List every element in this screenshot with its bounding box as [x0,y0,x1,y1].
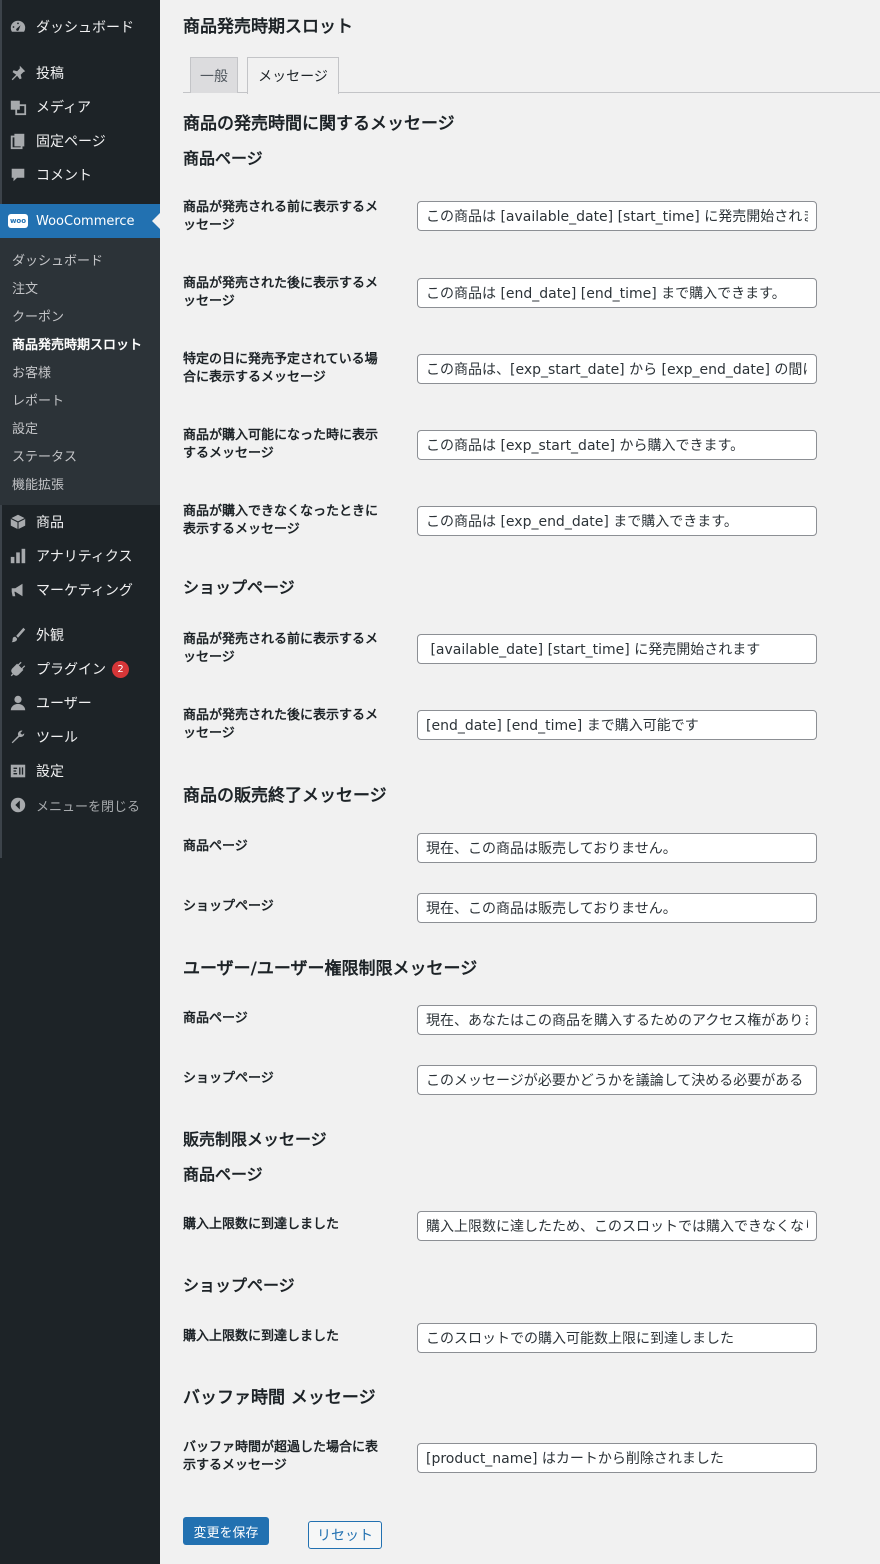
field-label: 購入上限数に到達しました [183,1329,340,1344]
section-user-restriction-title: ユーザー/ユーザー権限制限メッセージ [183,959,478,979]
menu-woocommerce[interactable]: woo WooCommerce [0,204,160,238]
comment-icon [0,166,36,184]
user-shop-page-input[interactable] [417,1065,817,1095]
field-label: バッファ時間が超過した場合に表示するメッセージ [183,1440,379,1473]
field-label: 商品ページ [183,839,248,854]
woo-logo-text: woo [8,214,28,228]
field-label: 商品が発売される前に表示するメッセージ [183,632,379,665]
menu-plugins[interactable]: プラグイン 2 [0,652,160,686]
shop-before-release-input[interactable] [417,634,817,664]
field-label: 商品が発売される前に表示するメッセージ [183,200,379,233]
submenu-orders[interactable]: 注文 [12,278,38,297]
field-label: 購入上限数に到達しました [183,1217,340,1232]
menu-marketing[interactable]: マーケティング [0,573,160,607]
settings-tabs: 一般 メッセージ [183,57,880,94]
limit-product-input[interactable] [417,1211,817,1241]
wrench-icon [0,728,36,746]
bar-chart-icon [0,547,36,565]
page-icon [0,132,36,150]
shop-after-release-input[interactable] [417,710,817,740]
main-content: 商品発売時期スロット 一般 メッセージ 商品の発売時間に関するメッセージ 商品ペ… [160,0,880,1564]
field-label: ショップページ [183,1071,274,1086]
user-product-page-input[interactable] [417,1005,817,1035]
submenu-extensions[interactable]: 機能拡張 [12,474,64,493]
submenu-dashboard[interactable]: ダッシュボード [12,250,103,269]
product-before-release-input[interactable] [417,201,817,231]
menu-pages[interactable]: 固定ページ [0,124,160,158]
brush-icon [0,626,36,644]
section-sales-end-title: 商品の販売終了メッセージ [183,786,387,806]
media-icon [0,98,36,116]
product-after-release-input[interactable] [417,278,817,308]
menu-analytics[interactable]: アナリティクス [0,539,160,573]
end-shop-page-input[interactable] [417,893,817,923]
field-label: 商品が購入できなくなったときに表示するメッセージ [183,504,379,537]
pin-icon [0,64,36,82]
admin-sidebar: ダッシュボード 投稿 メディア 固定ページ コメント woo WooCommer… [0,0,160,1564]
submenu-settings[interactable]: 設定 [12,418,38,437]
tab-general[interactable]: 一般 [190,57,238,93]
menu-dashboard[interactable]: ダッシュボード [0,10,160,44]
submenu-reports[interactable]: レポート [12,390,64,409]
field-label: 商品が発売された後に表示するメッセージ [183,708,379,741]
section-sales-limit-title: 販売制限メッセージ [183,1130,327,1149]
user-icon [0,694,36,712]
submenu-customers[interactable]: お客様 [12,362,51,381]
end-product-page-input[interactable] [417,833,817,863]
woocommerce-submenu: ダッシュボード 注文 クーポン 商品発売時期スロット お客様 レポート 設定 ス… [0,238,160,505]
megaphone-icon [0,581,36,599]
save-changes-button[interactable]: 変更を保存 [183,1517,269,1545]
field-label: 商品が購入可能になった時に表示するメッセージ [183,428,379,461]
section-release-time-title: 商品の発売時間に関するメッセージ [183,114,455,134]
plugin-update-badge: 2 [112,660,129,678]
menu-comments[interactable]: コメント [0,158,160,192]
reset-button[interactable]: リセット [308,1521,382,1549]
settings-icon [0,762,36,780]
field-label: 商品ページ [183,1011,248,1026]
menu-posts[interactable]: 投稿 [0,56,160,90]
subsection-shop-page: ショップページ [183,1276,295,1295]
subsection-shop-page: ショップページ [183,578,295,597]
field-label: 商品が発売された後に表示するメッセージ [183,276,379,309]
dashboard-icon [0,18,36,36]
buffer-message-input[interactable] [417,1443,817,1473]
limit-shop-input[interactable] [417,1323,817,1353]
field-label: ショップページ [183,899,274,914]
product-scheduled-input[interactable] [417,354,817,384]
section-buffer-title: バッファ時間 メッセージ [183,1388,376,1408]
product-unavailable-input[interactable] [417,506,817,536]
field-label: 特定の日に発売予定されている場合に表示するメッセージ [183,352,378,385]
plugin-icon [0,660,36,678]
subsection-product-page: 商品ページ [183,1165,263,1184]
menu-appearance[interactable]: 外観 [0,618,160,652]
tab-messages[interactable]: メッセージ [247,57,339,94]
submenu-coupons[interactable]: クーポン [12,306,64,325]
submenu-release-slot[interactable]: 商品発売時期スロット [12,334,142,353]
box-icon [0,513,36,531]
woo-icon: woo [0,214,36,228]
page-title: 商品発売時期スロット [183,17,353,37]
active-arrow [152,213,160,229]
menu-tools[interactable]: ツール [0,720,160,754]
product-available-input[interactable] [417,430,817,460]
submenu-status[interactable]: ステータス [12,446,77,465]
menu-products[interactable]: 商品 [0,505,160,539]
menu-users[interactable]: ユーザー [0,686,160,720]
collapse-menu-button[interactable]: メニューを閉じる [0,788,160,822]
collapse-arrow-icon [0,796,36,814]
menu-media[interactable]: メディア [0,90,160,124]
subsection-product-page: 商品ページ [183,149,263,168]
menu-settings[interactable]: 設定 [0,754,160,788]
